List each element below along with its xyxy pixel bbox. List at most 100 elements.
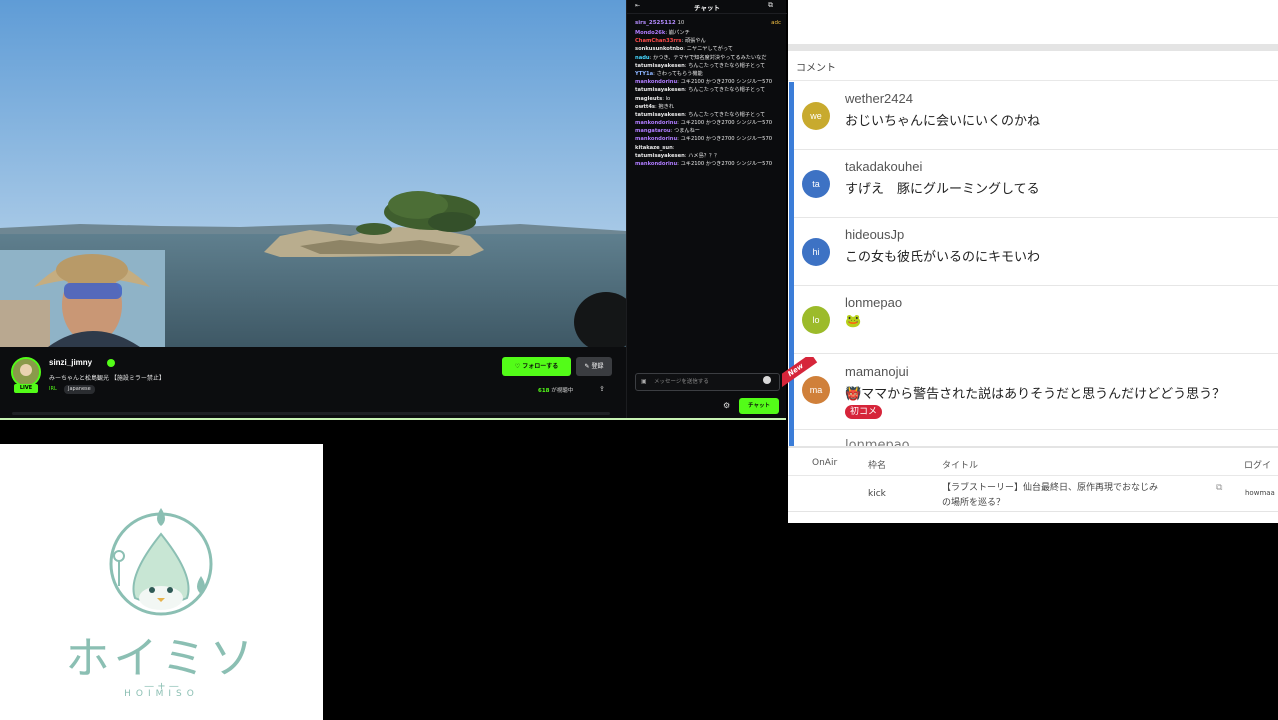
header-log[interactable]: ログイ [1244,458,1278,471]
avatar: hi [802,238,830,266]
viewer-number: 618 [538,388,550,394]
share-icon[interactable]: ⇪ [599,385,605,393]
chat-message-list: Mondo26k: 崩パンチ ChamChan33rrs: 頑張やん sonkusu… [635,30,783,169]
chat-message: mankondorinu: ユキ2100 かつき2700 シンジルー570 [635,120,783,128]
chat-message: sonkusunkotnbo: ニヤニヤしてがって [635,46,783,54]
broadcast-title-line1[interactable]: 【ラブストーリー】仙台最終日、原作再現でおなじみ [942,480,1158,493]
chat-username[interactable]: sonkusunkotnbo [635,46,683,52]
stream-underline [0,418,786,420]
panel-separator [788,446,1278,448]
new-ribbon-label: New [782,357,818,387]
chat-username[interactable]: nadu [635,55,650,61]
chat-username[interactable]: magleuts [635,96,662,102]
avatar-initials: hi [812,247,820,257]
chat-text: ユキ2100 かつき2700 シンジルー570 [680,161,773,167]
header-onair[interactable]: OnAir [812,458,837,468]
logo-wordmark: ホイミソ [65,633,258,684]
chat-username[interactable]: mankondorinu [635,79,677,85]
panel-top-bar [788,44,1278,51]
chat-text: 頑張やん [684,38,706,45]
chat-username[interactable]: ChamChan33rrs [635,38,682,44]
chat-send-button[interactable]: チャット [739,398,779,414]
category-tag[interactable]: IRL [49,386,57,392]
emote-icon[interactable] [763,376,771,384]
chat-text: ニヤニヤしてがって [686,46,733,53]
pinned-message: sirs_2525112 10 adc [627,16,787,30]
chat-username[interactable]: owtt4s [635,104,655,110]
chat-text: ちんこたってきたなら帽子とって [688,87,766,94]
chat-username[interactable]: tatumisayakesen [635,63,685,69]
avatar-initials: we [810,111,822,121]
chat-message: owtt4s: 抱きれ [635,104,783,112]
chat-username[interactable]: tatumisayakesen [635,112,685,118]
comment-text: すげえ 豚にグルーミングしてる [845,182,1040,197]
viewer-suffix: が視聴中 [551,388,574,394]
divider [788,511,1278,512]
chat-username[interactable]: mangatarou [635,128,671,134]
avatar-initials: lo [812,315,820,325]
chat-message: mankondorinu: ユキ2100 かつき2700 シンジルー570 [635,161,783,169]
chat-panel: ⇤ チャット ⧉ sirs_2525112 10 adc Mondo26k: 崩… [626,0,787,419]
avatar-initials: ta [812,179,820,189]
chat-message: tatumisayakesen: ちんこたってきたなら帽子とって [635,112,783,120]
first-comment-badge: 初コメ [845,405,883,419]
language-tag[interactable]: Japanese [64,385,95,394]
comment-heading: コメント [796,63,836,74]
stream-video[interactable] [0,0,626,347]
broadcast-name: kick [868,489,886,499]
chat-text: かつき、テマヤで知名度対決やってるみたいなだ [653,54,767,61]
chat-username[interactable]: mankondorinu [635,120,677,126]
comment-row[interactable]: lo lonmepao 🐸 [794,286,1278,354]
chat-text: ハメ島？？？ [688,152,720,159]
chat-message: Mondo26k: 崩パンチ [635,30,783,38]
streamer-name[interactable]: sinzi_jimny [49,358,92,367]
broadcast-title-line2[interactable]: の場所を巡る？ [942,495,1005,508]
chat-username[interactable]: Mondo26k [635,30,665,36]
avatar: ta [802,170,830,198]
subscribe-button[interactable]: ✎ 登録 [576,357,612,376]
chat-text: ちんこたってきたなら帽子とって [688,62,766,69]
lock-icon: ▣ [641,378,647,385]
comment-row[interactable]: we wether2424 おじいちゃんに会いにいくのかね [794,82,1278,150]
hoimiso-logo: ホイミソ — + — HOIMISO [0,444,323,720]
comment-row[interactable]: ma mamanojui 👹ママから警告された説はありそうだと思うんだけどどう思… [794,354,1278,430]
chat-message: tatumisayakesen: ハメ島？？？ [635,153,783,161]
streamer-avatar[interactable] [11,357,41,387]
chat-username[interactable]: YTY1a [635,71,653,77]
chat-username[interactable]: tatumisayakesen [635,153,685,159]
avatar: lo [802,306,830,334]
header-name[interactable]: 枠名 [868,458,886,471]
comment-user: mamanojui [845,364,909,379]
follow-button[interactable]: ♡ フォローする [502,357,571,376]
chat-text: 抱きれ [658,103,674,110]
chat-username[interactable]: kitakaze_sun [635,145,673,151]
broadcast-log: howmaa [1245,489,1275,497]
chat-message: mangatarou: つまんねー [635,128,783,136]
chat-text: lo [665,95,671,102]
chat-input[interactable]: メッセージを送信する [635,373,780,391]
copy-icon[interactable]: ⧉ [1216,483,1222,493]
comment-user-cut: lonmepao [845,438,910,446]
chat-username[interactable]: mankondorinu [635,136,677,142]
chat-title: チャット [694,4,720,12]
comment-user: lonmepao [845,295,903,310]
pinned-tail: 10 [677,20,685,26]
comment-user: wether2424 [845,91,913,106]
chat-username[interactable]: tatumisayakesen [635,87,685,93]
chat-username[interactable]: mankondorinu [635,161,677,167]
chat-message: magleuts: lo [635,96,783,104]
chat-message: YTY1a: さわってもらう機能 [635,71,783,79]
chat-message: mankondorinu: ユキ2100 かつき2700 シンジルー570 [635,136,783,144]
comment-text: 👹ママから警告された説はありそうだと思うんだけどどう思う？ [845,387,1226,402]
comment-row[interactable]: hi hideousJp この女も彼氏がいるのにキモいわ [794,218,1278,286]
pinned-user[interactable]: sirs_2525112 [635,20,676,26]
comment-row[interactable]: ta takadakouhei すげえ 豚にグルーミングしてる [794,150,1278,218]
stream-progress-track[interactable] [12,412,610,415]
chat-text: ユキ2100 かつき2700 シンジルー570 [680,79,773,86]
gear-icon[interactable]: ⚙ [723,401,730,410]
viewer-count: 618 が視聴中 [538,386,573,394]
chat-text: さわってもらう機能 [656,70,703,77]
chat-text: 崩パンチ [668,30,690,36]
header-title[interactable]: タイトル [942,458,978,471]
popout-chat-icon[interactable]: ⧉ [768,1,773,10]
